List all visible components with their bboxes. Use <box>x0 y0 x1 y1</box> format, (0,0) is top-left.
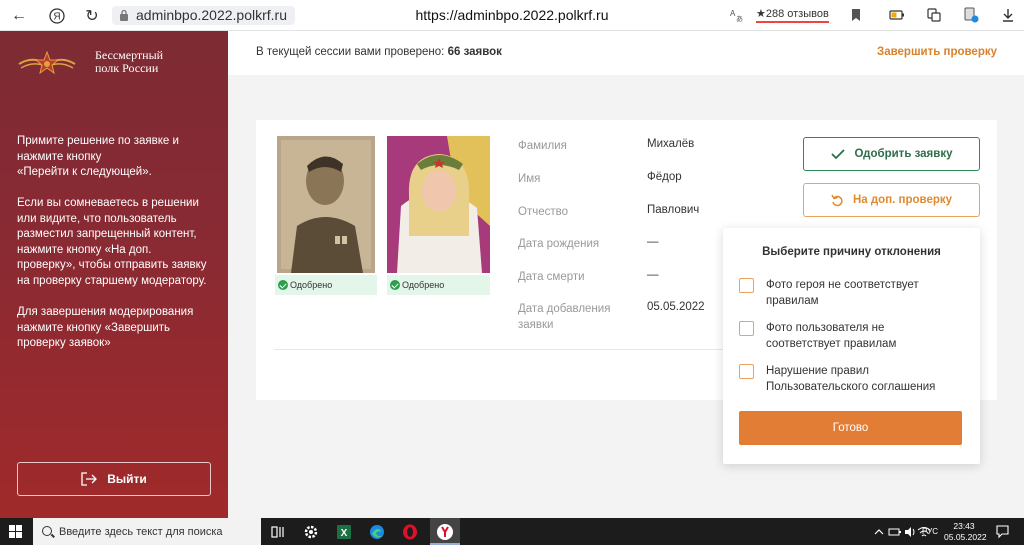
field-value-birth-date: — <box>647 236 659 248</box>
logo-text: Бессмертный полк России <box>95 48 164 75</box>
notifications-icon[interactable] <box>995 524 1010 539</box>
reject-reason-popup: Выберите причину отклонения Фото героя н… <box>723 228 980 464</box>
check-icon <box>278 280 288 290</box>
clock-time: 23:43 <box>953 521 975 531</box>
hero-photo[interactable] <box>277 136 375 273</box>
lock-icon <box>120 9 128 21</box>
approve-button[interactable]: Одобрить заявку <box>803 137 980 171</box>
logout-button[interactable]: Выйти <box>17 462 211 496</box>
field-label-death-date: Дата смерти <box>518 271 585 283</box>
task-view-icon[interactable] <box>268 522 288 542</box>
checkmark-icon <box>830 149 845 160</box>
recheck-button[interactable]: На доп. проверку <box>803 183 980 217</box>
undo-icon <box>831 194 843 206</box>
opera-icon[interactable] <box>400 522 420 542</box>
logout-label: Выйти <box>107 472 147 486</box>
check-icon <box>390 280 400 290</box>
logout-icon <box>81 472 98 486</box>
main-area: В текущей сессии вами проверено: 66 заяв… <box>228 31 1024 518</box>
search-placeholder: Введите здесь текст для поиска <box>59 525 223 538</box>
field-label-surname: Фамилия <box>518 140 567 152</box>
address-pill[interactable]: adminbpo.2022.polkrf.ru <box>112 6 295 25</box>
sidebar: Бессмертный полк России Примите решение … <box>0 31 228 518</box>
instruction-1: Примите решение по заявке и нажмите кноп… <box>17 135 179 178</box>
reason-option-hero-photo[interactable]: Фото героя не соответствует правилам <box>739 277 919 309</box>
windows-start-icon[interactable] <box>9 525 22 538</box>
field-label-added-date: Дата добавления заявки <box>518 303 611 331</box>
reason-option-user-photo[interactable]: Фото пользователя не соответствует прави… <box>739 320 896 352</box>
field-value-added-date: 05.05.2022 <box>647 301 705 313</box>
field-value-surname: Михалёв <box>647 138 695 150</box>
field-value-patronymic: Павлович <box>647 204 700 216</box>
svg-text:Я: Я <box>53 12 60 23</box>
field-label-patronymic: Отчество <box>518 206 568 218</box>
reason-option-agreement-violation[interactable]: Нарушение правил Пользовательского согла… <box>739 363 935 395</box>
session-status: В текущей сессии вами проверено: 66 заяв… <box>256 46 502 58</box>
field-value-death-date: — <box>647 269 659 281</box>
recheck-label: На доп. проверку <box>852 194 953 206</box>
yandex-icon[interactable]: Я <box>47 6 67 26</box>
checkbox[interactable] <box>739 321 754 336</box>
back-icon[interactable]: ← <box>9 6 29 26</box>
url-short: adminbpo.2022.polkrf.ru <box>136 7 287 23</box>
svg-text:あ: あ <box>736 15 743 23</box>
field-label-name: Имя <box>518 173 541 185</box>
instruction-2: Если вы сомневаетесь в решении или видит… <box>17 197 207 287</box>
search-icon <box>42 526 52 536</box>
user-photo[interactable] <box>387 136 490 273</box>
excel-icon[interactable]: X <box>334 522 354 542</box>
clock-date: 05.05.2022 <box>944 532 987 542</box>
browser-toolbar: ← Я ↻ adminbpo.2022.polkrf.ru https://ad… <box>0 0 1024 31</box>
battery-icon[interactable] <box>889 7 905 23</box>
language-indicator[interactable]: РУС <box>922 527 938 536</box>
extensions-icon[interactable] <box>926 7 942 23</box>
popup-title: Выберите причину отклонения <box>762 246 941 258</box>
session-prefix: В текущей сессии вами проверено: <box>256 46 445 58</box>
url-full[interactable]: https://adminbpo.2022.polkrf.ru <box>415 7 608 23</box>
done-button[interactable]: Готово <box>739 411 962 445</box>
edge-icon[interactable] <box>367 522 387 542</box>
logo-icon <box>18 50 76 75</box>
reviews-badge[interactable]: ★288 отзывов <box>756 7 829 23</box>
approve-label: Одобрить заявку <box>854 148 953 160</box>
instruction-3: Для завершения модерирования нажмите кно… <box>17 306 194 349</box>
svg-text:X: X <box>341 528 348 539</box>
reload-icon[interactable]: ↻ <box>82 6 102 26</box>
download-icon[interactable] <box>1000 7 1016 23</box>
field-value-name: Фёдор <box>647 171 682 183</box>
profile-icon[interactable] <box>963 7 979 23</box>
speaker-icon[interactable] <box>903 525 917 539</box>
session-bar: В текущей сессии вами проверено: 66 заяв… <box>228 31 1024 75</box>
taskbar: Введите здесь текст для поиска X РУС 23:… <box>0 518 1024 545</box>
checkbox[interactable] <box>739 278 754 293</box>
field-label-birth-date: Дата рождения <box>518 238 600 250</box>
bookmark-icon[interactable] <box>848 7 864 23</box>
chevron-up-icon[interactable] <box>872 525 886 539</box>
translate-icon[interactable]: Aあ <box>729 7 745 23</box>
user-photo-status: Одобрено <box>387 275 490 295</box>
finish-review-link[interactable]: Завершить проверку <box>877 46 997 58</box>
yandex-browser-icon <box>437 524 453 540</box>
yandex-browser-task[interactable] <box>430 518 460 545</box>
battery-tray-icon[interactable] <box>888 525 902 539</box>
settings-gear-icon[interactable] <box>301 522 321 542</box>
taskbar-search-input[interactable]: Введите здесь текст для поиска <box>33 518 261 545</box>
session-count: 66 заявок <box>447 46 502 58</box>
clock[interactable]: 23:43 05.05.2022 <box>944 521 987 543</box>
hero-photo-status: Одобрено <box>275 275 377 295</box>
checkbox[interactable] <box>739 364 754 379</box>
